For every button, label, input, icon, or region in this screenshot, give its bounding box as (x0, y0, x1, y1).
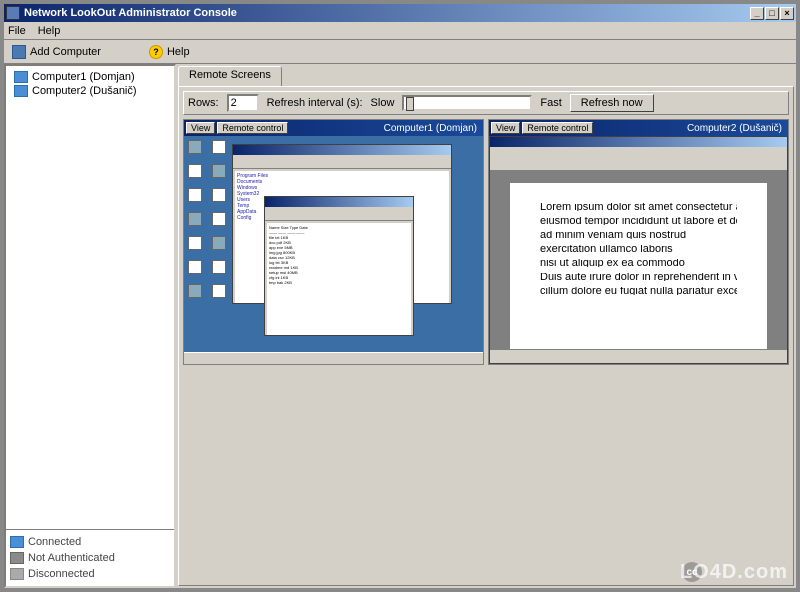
watermark: LO4D.com (680, 561, 788, 584)
rows-input[interactable] (227, 94, 259, 112)
screen-panel-2: View Remote control Computer2 (Dušanič) (488, 119, 789, 365)
tree-item-label: Computer1 (Domjan) (32, 71, 135, 83)
remote-word-window: Lorem ipsum dolor sit amet consectetur a… (489, 136, 788, 364)
tab-strip: Remote Screens (178, 66, 794, 86)
toolbar: Add Computer ? Help (4, 40, 796, 64)
window-title: Network LookOut Administrator Console (24, 7, 750, 19)
computer-icon (14, 85, 28, 97)
desktop-icons (188, 140, 230, 298)
remote-desktop: Program FilesDocumentsWindowsSystem32Use… (184, 136, 483, 364)
legend-not-authenticated: Not Authenticated (10, 550, 170, 566)
connected-icon (10, 536, 24, 548)
refresh-slider[interactable] (402, 95, 532, 111)
tree-item-computer2[interactable]: Computer2 (Dušanič) (10, 84, 170, 98)
remote-control-button[interactable]: Remote control (217, 122, 288, 134)
remote-window-2: Name Size Type Date—— —— —— ——file txt 1… (264, 196, 414, 336)
screen-title: Computer1 (Domjan) (290, 123, 481, 134)
status-legend: Connected Not Authenticated Disconnected (6, 529, 174, 586)
close-button[interactable]: × (780, 7, 794, 20)
screens-grid: View Remote control Computer1 (Domjan) (183, 119, 789, 365)
remote-control-button[interactable]: Remote control (522, 122, 593, 134)
disconnected-icon (10, 568, 24, 580)
titlebar[interactable]: Network LookOut Administrator Console _ … (4, 4, 796, 22)
sidebar: Computer1 (Domjan) Computer2 (Dušanič) C… (4, 64, 176, 588)
window-controls: _ □ × (750, 7, 794, 20)
minimize-button[interactable]: _ (750, 7, 764, 20)
menu-help[interactable]: Help (38, 25, 61, 37)
slider-thumb-icon[interactable] (406, 97, 414, 111)
remote-screen-1[interactable]: Program FilesDocumentsWindowsSystem32Use… (184, 136, 483, 364)
computer-icon (14, 71, 28, 83)
help-label: Help (167, 46, 190, 58)
refresh-interval-label: Refresh interval (s): (267, 97, 363, 109)
add-computer-button[interactable]: Add Computer (12, 45, 101, 59)
document-page: Lorem ipsum dolor sit amet consectetur a… (510, 183, 767, 349)
app-window-frame: Network LookOut Administrator Console _ … (0, 0, 800, 592)
remote-screen-2[interactable]: Lorem ipsum dolor sit amet consectetur a… (489, 136, 788, 364)
tree-item-computer1[interactable]: Computer1 (Domjan) (10, 70, 170, 84)
screen-panel-1: View Remote control Computer1 (Domjan) (183, 119, 484, 365)
menubar: File Help (4, 22, 796, 40)
app-icon (6, 6, 20, 20)
view-button[interactable]: View (491, 122, 520, 134)
remote-taskbar (184, 352, 483, 364)
remote-desktop: Lorem ipsum dolor sit amet consectetur a… (489, 136, 788, 364)
view-button[interactable]: View (186, 122, 215, 134)
content-area: Computer1 (Domjan) Computer2 (Dušanič) C… (4, 64, 796, 588)
screen-header-1: View Remote control Computer1 (Domjan) (184, 120, 483, 136)
computer-tree: Computer1 (Domjan) Computer2 (Dušanič) (6, 66, 174, 529)
screen-header-2: View Remote control Computer2 (Dušanič) (489, 120, 788, 136)
screen-title: Computer2 (Dušanič) (595, 123, 786, 134)
rows-label: Rows: (188, 97, 219, 109)
tab-remote-screens[interactable]: Remote Screens (178, 66, 282, 86)
refresh-now-button[interactable]: Refresh now (570, 94, 654, 112)
fast-label: Fast (540, 97, 561, 109)
computer-add-icon (12, 45, 26, 59)
legend-connected: Connected (10, 534, 170, 550)
help-button[interactable]: ? Help (149, 45, 190, 59)
not-authenticated-icon (10, 552, 24, 564)
menu-file[interactable]: File (8, 25, 26, 37)
legend-disconnected: Disconnected (10, 566, 170, 582)
maximize-button[interactable]: □ (765, 7, 779, 20)
controls-row: Rows: Refresh interval (s): Slow Fast Re… (183, 91, 789, 115)
tab-content: Rows: Refresh interval (s): Slow Fast Re… (178, 86, 794, 586)
slow-label: Slow (371, 97, 395, 109)
main-panel: Remote Screens Rows: Refresh interval (s… (176, 64, 796, 588)
tree-item-label: Computer2 (Dušanič) (32, 85, 137, 97)
add-computer-label: Add Computer (30, 46, 101, 58)
help-icon: ? (149, 45, 163, 59)
